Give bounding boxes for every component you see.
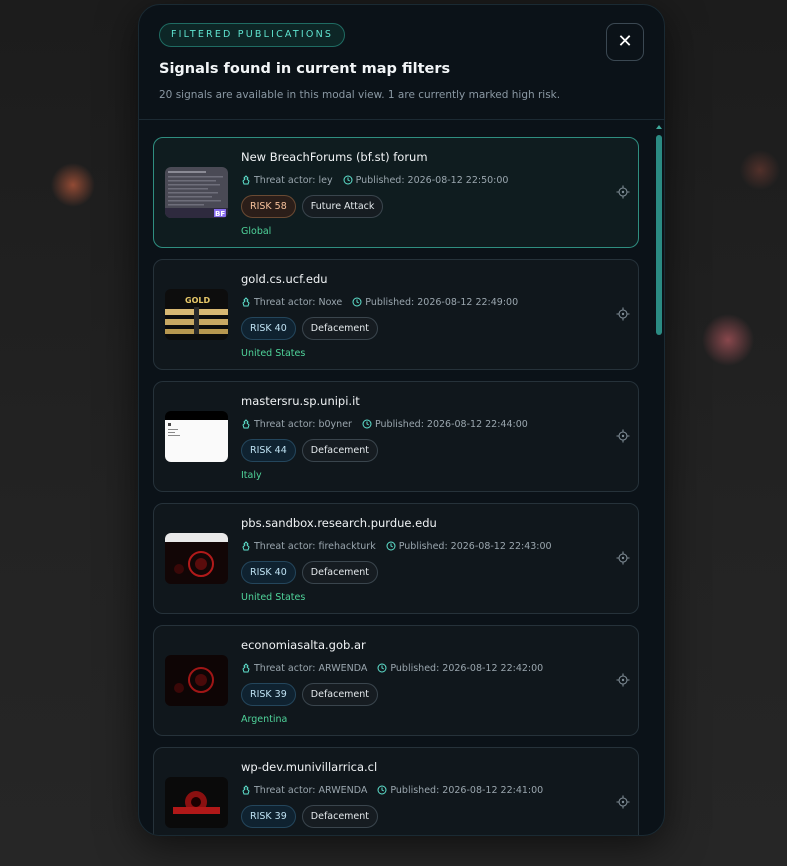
publications-modal: FILTERED PUBLICATIONS Signals found in c… — [138, 4, 665, 836]
scrollbar-thumb[interactable] — [656, 135, 662, 335]
published-label: Published: 2026-08-12 22:50:00 — [355, 174, 509, 186]
threat-actor-icon — [242, 785, 250, 795]
signal-thumbnail — [165, 533, 228, 584]
threat-actor-label: Threat actor: ARWENDA — [254, 662, 368, 674]
signal-country: United States — [241, 592, 306, 603]
signal-title: economiasalta.gob.ar — [241, 638, 366, 652]
signal-thumbnail: BF — [165, 167, 228, 218]
signal-tags: RISK 44 Defacement — [241, 439, 384, 462]
signal-country: Argentina — [241, 714, 288, 725]
modal-subtitle: 20 signals are available in this modal v… — [159, 89, 561, 101]
published-label: Published: 2026-08-12 22:42:00 — [390, 662, 544, 674]
type-badge: Defacement — [301, 683, 379, 706]
risk-badge: RISK 44 — [241, 439, 296, 462]
type-badge: Future Attack — [301, 195, 384, 218]
signal-meta: Threat actor: ARWENDA Published: 2026-08… — [241, 661, 543, 675]
signal-thumbnail — [165, 655, 228, 706]
signal-card[interactable]: economiasalta.gob.ar Threat actor: ARWEN… — [153, 625, 639, 736]
threat-actor-label: Threat actor: firehackturk — [254, 540, 376, 552]
signal-tags: RISK 39 Defacement — [241, 683, 384, 706]
signal-card[interactable]: wp-dev.munivillarrica.cl Threat actor: A… — [153, 747, 639, 835]
risk-badge: RISK 39 — [241, 805, 296, 828]
close-icon: ✕ — [617, 31, 633, 52]
modal-title: Signals found in current map filters — [159, 61, 451, 77]
published-label: Published: 2026-08-12 22:49:00 — [365, 296, 519, 308]
signal-meta: Threat actor: b0yner Published: 2026-08-… — [241, 417, 528, 431]
signal-country: Global — [241, 226, 272, 237]
signal-title: wp-dev.munivillarrica.cl — [241, 760, 378, 774]
type-badge: Defacement — [301, 561, 379, 584]
close-button[interactable]: ✕ — [606, 23, 644, 61]
crosshair-icon[interactable] — [616, 185, 630, 199]
clock-icon — [377, 785, 387, 795]
threat-actor-icon — [242, 663, 250, 673]
type-badge: Defacement — [301, 317, 379, 340]
signal-meta: Threat actor: firehackturk Published: 20… — [241, 539, 552, 553]
signal-title: gold.cs.ucf.edu — [241, 272, 328, 286]
gold-banner-text: GOLD — [185, 296, 210, 305]
signal-card[interactable]: BF New BreachForums (bf.st) forum Threat… — [153, 137, 639, 248]
crosshair-icon[interactable] — [616, 795, 630, 809]
clock-icon — [386, 541, 396, 551]
signal-card[interactable]: mastersru.sp.unipi.it Threat actor: b0yn… — [153, 381, 639, 492]
signal-meta: Threat actor: Noxe Published: 2026-08-12… — [241, 295, 518, 309]
threat-actor-label: Threat actor: ARWENDA — [254, 784, 368, 796]
crosshair-icon[interactable] — [616, 429, 630, 443]
signal-thumbnail — [165, 411, 228, 462]
signal-country: Italy — [241, 470, 262, 481]
signal-title: pbs.sandbox.research.purdue.edu — [241, 516, 437, 530]
signal-country: United States — [241, 348, 306, 359]
threat-actor-label: Threat actor: ley — [254, 174, 333, 186]
signal-thumbnail — [165, 777, 228, 828]
published-label: Published: 2026-08-12 22:43:00 — [398, 540, 552, 552]
scroll-up-arrow-icon[interactable] — [656, 125, 662, 129]
type-badge: Defacement — [301, 439, 379, 462]
signal-tags: RISK 58 Future Attack — [241, 195, 389, 218]
signal-title: New BreachForums (bf.st) forum — [241, 150, 428, 164]
crosshair-icon[interactable] — [616, 307, 630, 321]
threat-actor-label: Threat actor: Noxe — [254, 296, 343, 308]
crosshair-icon[interactable] — [616, 551, 630, 565]
signal-card[interactable]: pbs.sandbox.research.purdue.edu Threat a… — [153, 503, 639, 614]
threat-actor-icon — [242, 541, 250, 551]
signal-tags: RISK 39 Defacement — [241, 805, 384, 828]
clock-icon — [343, 175, 353, 185]
threat-actor-icon — [242, 419, 250, 429]
signal-card[interactable]: GOLD gold.cs.ucf.edu Threat actor: Noxe … — [153, 259, 639, 370]
risk-badge: RISK 39 — [241, 683, 296, 706]
risk-badge: RISK 40 — [241, 317, 296, 340]
signal-tags: RISK 40 Defacement — [241, 561, 384, 584]
signal-list: BF New BreachForums (bf.st) forum Threat… — [153, 137, 641, 835]
clock-icon — [362, 419, 372, 429]
threat-actor-icon — [242, 175, 250, 185]
forum-logo-text: BF — [215, 210, 225, 218]
filtered-publications-badge: FILTERED PUBLICATIONS — [159, 23, 346, 47]
published-label: Published: 2026-08-12 22:44:00 — [374, 418, 528, 430]
signal-thumbnail: GOLD — [165, 289, 228, 340]
signal-tags: RISK 40 Defacement — [241, 317, 384, 340]
threat-actor-icon — [242, 297, 250, 307]
threat-actor-label: Threat actor: b0yner — [254, 418, 352, 430]
signal-meta: Threat actor: ARWENDA Published: 2026-08… — [241, 783, 543, 797]
scrollbar[interactable] — [656, 125, 662, 835]
type-badge: Defacement — [301, 805, 379, 828]
crosshair-icon[interactable] — [616, 673, 630, 687]
clock-icon — [352, 297, 362, 307]
risk-badge: RISK 58 — [241, 195, 296, 218]
risk-badge: RISK 40 — [241, 561, 296, 584]
signal-meta: Threat actor: ley Published: 2026-08-12 … — [241, 173, 508, 187]
clock-icon — [377, 663, 387, 673]
signal-title: mastersru.sp.unipi.it — [241, 394, 360, 408]
modal-header: FILTERED PUBLICATIONS Signals found in c… — [139, 5, 664, 120]
published-label: Published: 2026-08-12 22:41:00 — [390, 784, 544, 796]
